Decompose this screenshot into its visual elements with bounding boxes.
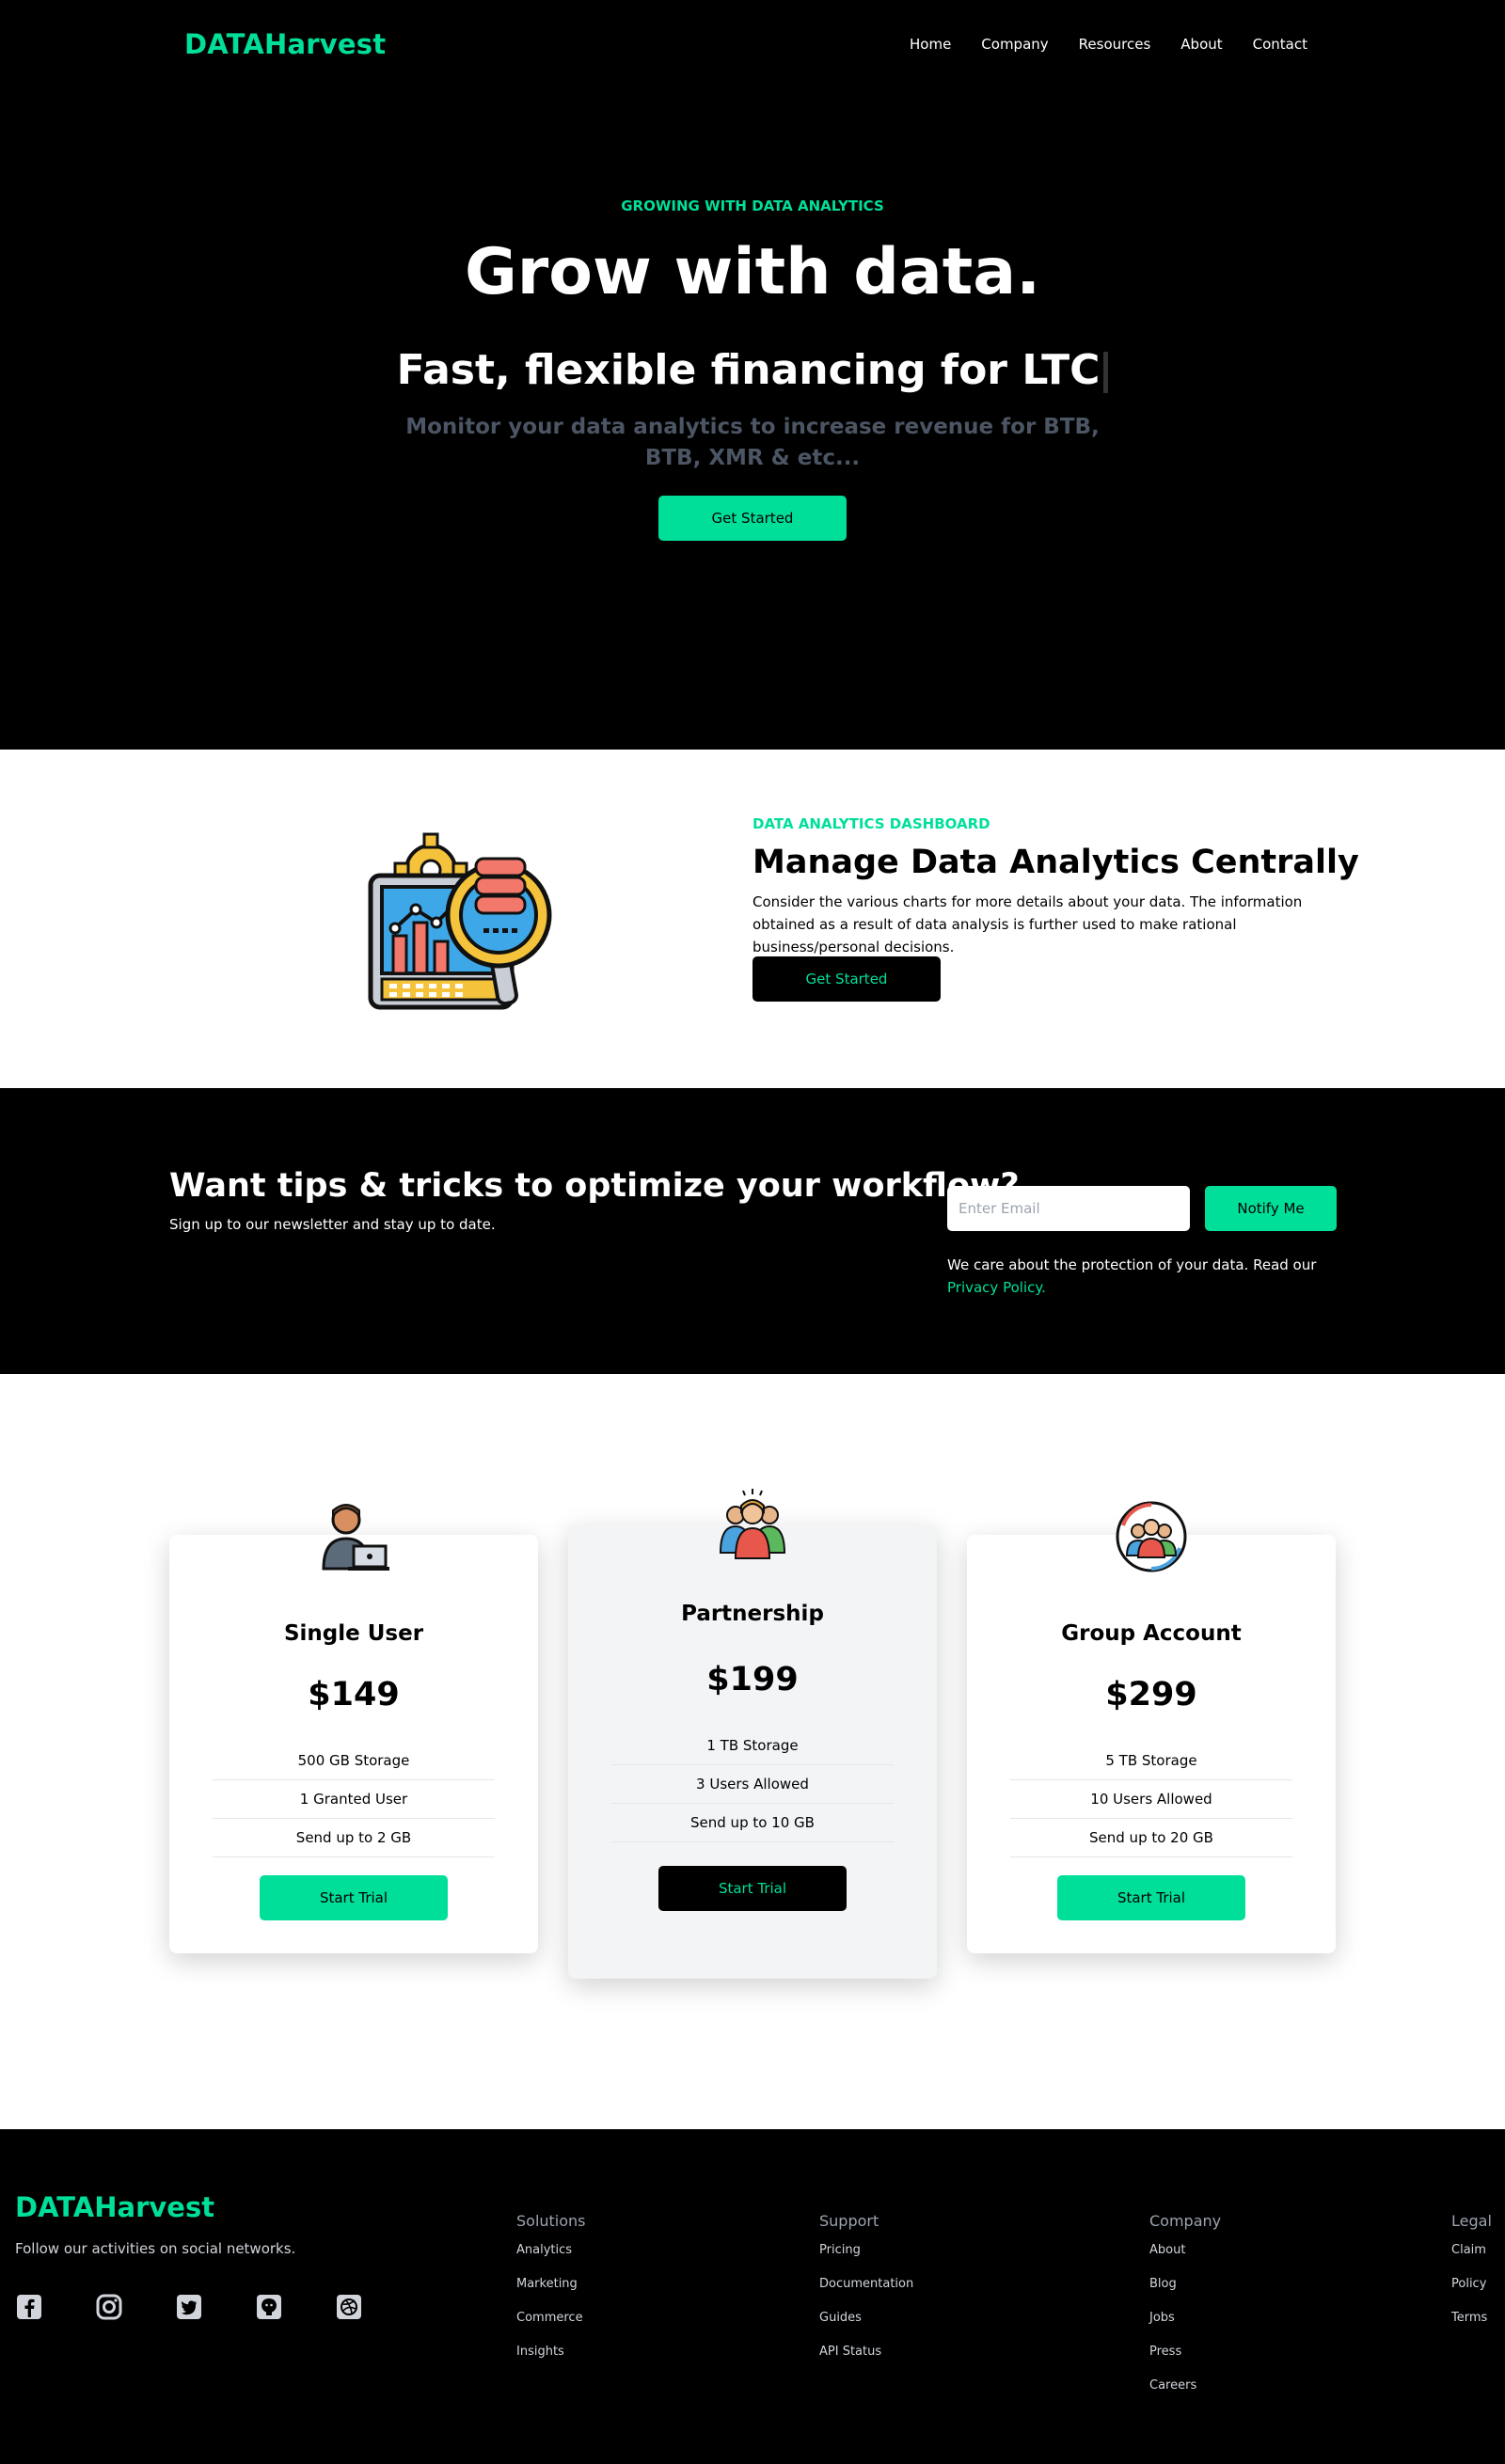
twitter-icon[interactable] [175, 2293, 203, 2321]
footer-link[interactable]: API Status [819, 2343, 913, 2377]
privacy-text: We care about the protection of your dat… [947, 1256, 1317, 1273]
nav-links: Home Company Resources About Contact [910, 36, 1307, 53]
hero-subtitle: Fast, flexible financing for LTC [0, 346, 1505, 394]
notify-me-button[interactable]: Notify Me [1205, 1186, 1337, 1231]
top-navbar: DATAHarvest Home Company Resources About… [0, 0, 1505, 94]
hero-get-started-button[interactable]: Get Started [658, 496, 847, 541]
analytics-title: Manage Data Analytics Centrally [752, 844, 1359, 881]
footer-col-solutions: Solutions Analytics Marketing Commerce I… [516, 2212, 586, 2377]
footer-link[interactable]: Guides [819, 2309, 913, 2343]
footer-tagline: Follow our activities on social networks… [15, 2240, 296, 2257]
footer-link[interactable]: Jobs [1149, 2309, 1221, 2343]
footer-link[interactable]: About [1149, 2241, 1221, 2275]
footer-col-support: Support Pricing Documentation Guides API… [819, 2212, 913, 2377]
nav-link-about[interactable]: About [1180, 36, 1222, 53]
instagram-icon[interactable] [95, 2293, 123, 2321]
plan-feature: 10 Users Allowed [1010, 1780, 1292, 1819]
pricing-card-group-account: Group Account $299 5 TB Storage 10 Users… [967, 1501, 1336, 1953]
nav-link-resources[interactable]: Resources [1079, 36, 1151, 53]
footer-col-title: Legal [1451, 2212, 1492, 2230]
footer-link[interactable]: Analytics [516, 2241, 586, 2275]
plan-features: 5 TB Storage 10 Users Allowed Send up to… [1010, 1742, 1292, 1857]
nav-link-company[interactable]: Company [981, 36, 1048, 53]
footer-col-company: Company About Blog Jobs Press Careers [1149, 2212, 1221, 2410]
partnership-icon [719, 1489, 786, 1559]
brand-logo[interactable]: DATAHarvest [184, 28, 386, 60]
plan-feature: 500 GB Storage [213, 1742, 495, 1780]
plan-features: 500 GB Storage 1 Granted User Send up to… [213, 1742, 495, 1857]
newsletter-text: Sign up to our newsletter and stay up to… [169, 1216, 496, 1233]
plan-title: Single User [283, 1621, 424, 1646]
privacy-policy-link[interactable]: Privacy Policy. [947, 1279, 1046, 1296]
footer-link[interactable]: Claim [1451, 2241, 1492, 2275]
plan-feature: 1 TB Storage [611, 1727, 894, 1765]
start-trial-button[interactable]: Start Trial [1057, 1875, 1245, 1920]
plan-price: $199 [706, 1661, 799, 1698]
facebook-icon[interactable] [15, 2293, 43, 2321]
plan-features: 1 TB Storage 3 Users Allowed Send up to … [611, 1727, 894, 1842]
hero-section: GROWING WITH DATA ANALYTICS Grow with da… [0, 94, 1505, 750]
footer-col-legal: Legal Claim Policy Terms [1451, 2212, 1492, 2343]
github-icon[interactable] [255, 2293, 283, 2321]
footer-link[interactable]: Commerce [516, 2309, 586, 2343]
analytics-eyebrow: DATA ANALYTICS DASHBOARD [752, 815, 990, 832]
hero-eyebrow: GROWING WITH DATA ANALYTICS [621, 197, 884, 214]
footer-link[interactable]: Insights [516, 2343, 586, 2377]
plan-feature: 3 Users Allowed [611, 1765, 894, 1804]
social-links [15, 2293, 363, 2321]
hero-subtitle-text: Fast, flexible financing for LTC [396, 346, 1101, 394]
plan-feature: 1 Granted User [213, 1780, 495, 1819]
start-trial-button[interactable]: Start Trial [260, 1875, 448, 1920]
footer-link[interactable]: Marketing [516, 2275, 586, 2309]
pricing-card-single-user: Single User $149 500 GB Storage 1 Grante… [169, 1504, 538, 1953]
privacy-note: We care about the protection of your dat… [947, 1254, 1342, 1299]
nav-link-contact[interactable]: Contact [1253, 36, 1307, 53]
plan-feature: Send up to 2 GB [213, 1819, 495, 1857]
footer-link[interactable]: Careers [1149, 2377, 1221, 2410]
hero-description: Monitor your data analytics to increase … [405, 415, 1100, 470]
analytics-dashboard-icon [368, 832, 552, 1010]
email-input[interactable]: Enter Email [947, 1186, 1190, 1231]
plan-feature: 5 TB Storage [1010, 1742, 1292, 1780]
dribbble-icon[interactable] [335, 2293, 363, 2321]
plan-price: $299 [1105, 1676, 1197, 1714]
newsletter-title: Want tips & tricks to optimize your work… [169, 1167, 1020, 1205]
plan-feature: Send up to 10 GB [611, 1804, 894, 1842]
footer-col-title: Solutions [516, 2212, 586, 2230]
pricing-section: Single User $149 500 GB Storage 1 Grante… [0, 1374, 1505, 2129]
nav-link-home[interactable]: Home [910, 36, 951, 53]
plan-title: Partnership [681, 1602, 824, 1626]
footer-col-title: Company [1149, 2212, 1222, 2230]
pricing-card-partnership: Partnership $199 1 TB Storage 3 Users Al… [568, 1489, 937, 1979]
footer-link[interactable]: Pricing [819, 2241, 913, 2275]
single-user-icon [322, 1504, 389, 1571]
plan-feature: Send up to 20 GB [1010, 1819, 1292, 1857]
group-account-icon [1116, 1501, 1187, 1572]
footer-link[interactable]: Terms [1451, 2309, 1492, 2343]
footer-link[interactable]: Blog [1149, 2275, 1221, 2309]
typing-cursor [1103, 352, 1109, 393]
hero-title: Grow with data. [464, 235, 1041, 309]
footer-link[interactable]: Press [1149, 2343, 1221, 2377]
footer-link[interactable]: Policy [1451, 2275, 1492, 2309]
plan-title: Group Account [1061, 1621, 1242, 1646]
analytics-section: DATA ANALYTICS DASHBOARD Manage Data Ana… [0, 750, 1505, 1088]
newsletter-section: Want tips & tricks to optimize your work… [0, 1088, 1505, 1374]
plan-price: $149 [308, 1676, 400, 1714]
analytics-get-started-button[interactable]: Get Started [752, 956, 941, 1002]
footer-col-title: Support [819, 2212, 879, 2230]
analytics-text: Consider the various charts for more det… [752, 893, 1303, 956]
footer: DATAHarvest Follow our activities on soc… [0, 2129, 1505, 2464]
start-trial-button[interactable]: Start Trial [658, 1866, 847, 1911]
footer-logo[interactable]: DATAHarvest [15, 2191, 214, 2223]
footer-link[interactable]: Documentation [819, 2275, 913, 2309]
